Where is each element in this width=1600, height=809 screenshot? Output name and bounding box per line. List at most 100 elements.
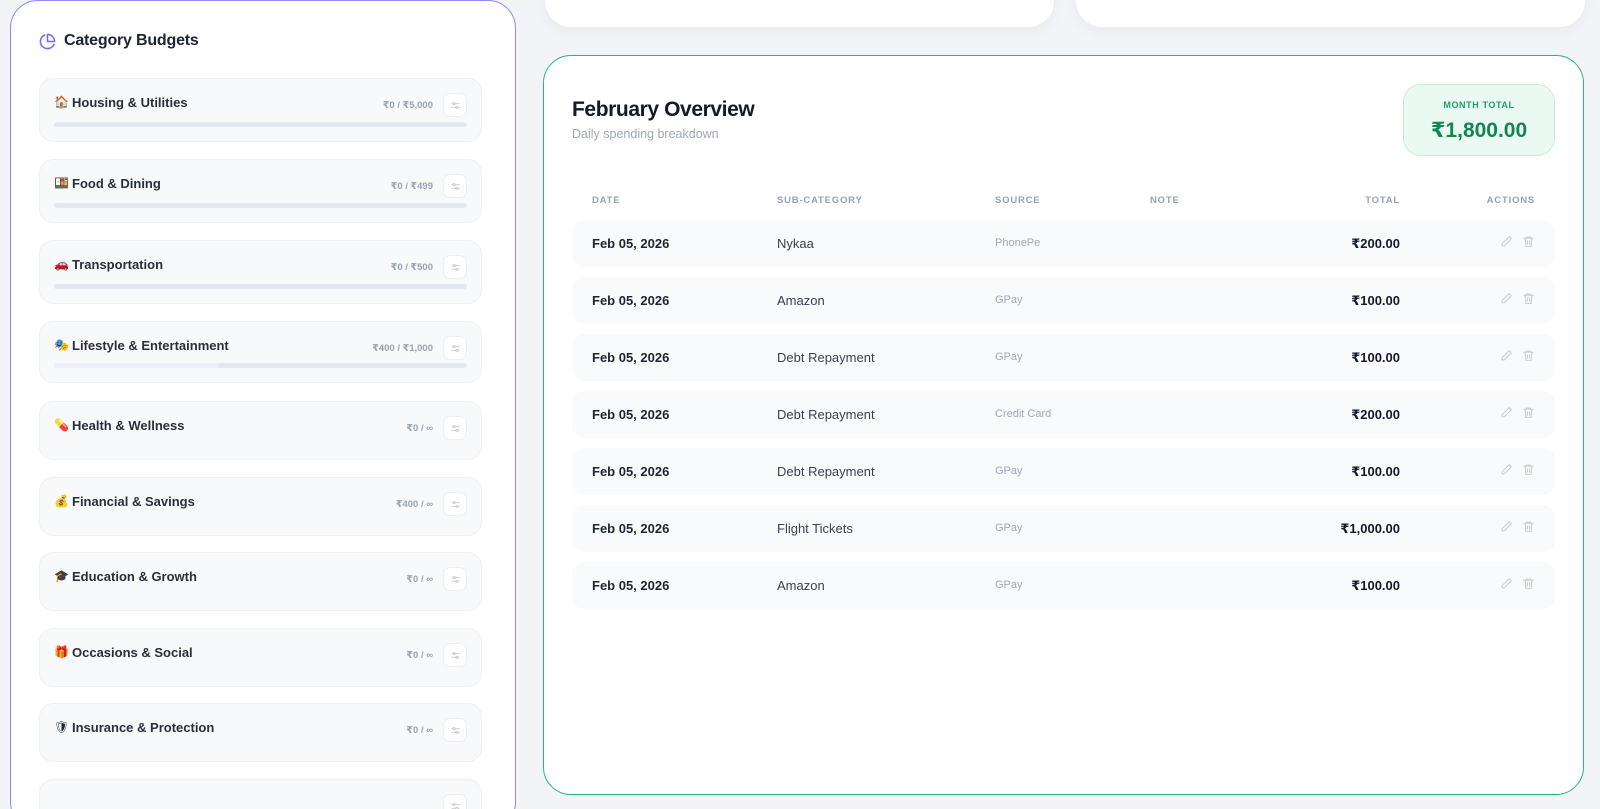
trash-icon[interactable]: [1522, 349, 1535, 362]
adjust-budget-button[interactable]: [443, 492, 467, 516]
column-header-source: SOURCE: [995, 195, 1041, 206]
adjust-budget-button[interactable]: [443, 416, 467, 440]
category-emoji-icon: 💊: [54, 418, 69, 432]
edit-icon[interactable]: [1500, 463, 1513, 476]
month-total-badge: MONTH TOTAL ₹1,800.00: [1403, 84, 1555, 156]
expense-date: Feb 05, 2026: [592, 407, 670, 422]
overview-title: February Overview: [572, 98, 755, 121]
expense-row: Feb 05, 2026 Debt Repayment GPay ₹100.00: [572, 334, 1555, 381]
edit-icon[interactable]: [1500, 349, 1513, 362]
expense-sub-category: Amazon: [777, 578, 825, 593]
expense-source: GPay: [995, 579, 1023, 591]
expense-date: Feb 05, 2026: [592, 236, 670, 251]
budget-amount: ₹0 / ₹499: [390, 181, 433, 192]
expense-row: Feb 05, 2026 Amazon GPay ₹100.00: [572, 562, 1555, 609]
category-emoji-icon: 🛡: [54, 720, 70, 734]
expense-row: Feb 05, 2026 Amazon GPay ₹100.00: [572, 277, 1555, 324]
trash-icon[interactable]: [1522, 406, 1535, 419]
sliders-icon: [450, 725, 461, 736]
overview-subtitle: Daily spending breakdown: [572, 127, 719, 141]
budget-amount: ₹0 / ∞: [406, 423, 433, 434]
category-emoji-icon: 🎭: [54, 338, 69, 352]
budget-card[interactable]: 💰 Financial & Savings ₹400 / ∞: [39, 477, 482, 536]
budget-card[interactable]: 🎁 Occasions & Social ₹0 / ∞: [39, 628, 482, 687]
expense-source: Credit Card: [995, 408, 1052, 420]
adjust-budget-button[interactable]: [443, 174, 467, 198]
trash-icon[interactable]: [1522, 520, 1535, 533]
summary-card-right: [1076, 0, 1585, 27]
budget-progress-fill: [54, 363, 220, 368]
edit-icon[interactable]: [1500, 520, 1513, 533]
budget-amount: ₹0 / ₹5,000: [382, 100, 433, 111]
budget-card[interactable]: 🏠 Housing & Utilities ₹0 / ₹5,000: [39, 78, 482, 142]
budget-amount: ₹0 / ∞: [406, 725, 433, 736]
budget-amount: ₹0 / ∞: [406, 574, 433, 585]
row-actions: [1500, 349, 1535, 362]
expense-row: Feb 05, 2026 Debt Repayment GPay ₹100.00: [572, 448, 1555, 495]
pie-chart-icon: [39, 33, 56, 50]
expense-total: ₹100.00: [1351, 293, 1400, 308]
edit-icon[interactable]: [1500, 406, 1513, 419]
expense-source: GPay: [995, 522, 1023, 534]
expense-date: Feb 05, 2026: [592, 293, 670, 308]
budget-progress-bar: [54, 363, 467, 368]
adjust-budget-button[interactable]: [443, 255, 467, 279]
budget-amount: ₹0 / ₹500: [390, 262, 433, 273]
budget-category-name: Health & Wellness: [72, 418, 185, 433]
category-budgets-panel: Category Budgets 🏠 Housing & Utilities ₹0 …: [10, 0, 516, 809]
adjust-budget-button[interactable]: [443, 336, 467, 360]
row-actions: [1500, 235, 1535, 248]
expense-total: ₹100.00: [1351, 578, 1400, 593]
budget-progress-bar: [54, 284, 467, 289]
sliders-icon: [450, 262, 461, 273]
expense-date: Feb 05, 2026: [592, 464, 670, 479]
sliders-icon: [450, 100, 461, 111]
expense-source: GPay: [995, 351, 1023, 363]
budget-card[interactable]: 🎭 Lifestyle & Entertainment ₹400 / ₹1,000: [39, 321, 482, 383]
budget-card[interactable]: 🎓 Education & Growth ₹0 / ∞: [39, 552, 482, 611]
trash-icon[interactable]: [1522, 235, 1535, 248]
adjust-budget-button[interactable]: [443, 643, 467, 667]
budget-card[interactable]: 🚗 Transportation ₹0 / ₹500: [39, 240, 482, 304]
month-total-label: MONTH TOTAL: [1443, 100, 1515, 110]
category-emoji-icon: 💰: [54, 494, 69, 508]
expense-row: Feb 05, 2026 Flight Tickets GPay ₹1,000.00: [572, 505, 1555, 552]
row-actions: [1500, 577, 1535, 590]
category-emoji-icon: 🎓: [54, 569, 69, 583]
expense-row: Feb 05, 2026 Nykaa PhonePe ₹200.00: [572, 220, 1555, 267]
budget-card[interactable]: [39, 779, 482, 809]
expense-sub-category: Nykaa: [777, 236, 814, 251]
budget-progress-bar: [54, 122, 467, 127]
budget-category-name: Housing & Utilities: [72, 95, 188, 110]
trash-icon[interactable]: [1522, 292, 1535, 305]
adjust-budget-button[interactable]: [443, 93, 467, 117]
month-overview-panel: February Overview Daily spending breakdo…: [543, 55, 1584, 795]
expense-sub-category: Debt Repayment: [777, 464, 875, 479]
adjust-budget-button[interactable]: [443, 794, 467, 809]
sliders-icon: [450, 574, 461, 585]
budget-card[interactable]: 🍱 Food & Dining ₹0 / ₹499: [39, 159, 482, 223]
column-header-total: TOTAL: [1365, 195, 1400, 206]
expense-total: ₹100.00: [1351, 464, 1400, 479]
expense-sub-category: Debt Repayment: [777, 350, 875, 365]
category-emoji-icon: 🏠: [54, 95, 69, 109]
adjust-budget-button[interactable]: [443, 567, 467, 591]
trash-icon[interactable]: [1522, 577, 1535, 590]
edit-icon[interactable]: [1500, 235, 1513, 248]
sliders-icon: [450, 181, 461, 192]
edit-icon[interactable]: [1500, 292, 1513, 305]
expense-date: Feb 05, 2026: [592, 350, 670, 365]
budget-category-name: Lifestyle & Entertainment: [72, 338, 229, 353]
row-actions: [1500, 463, 1535, 476]
edit-icon[interactable]: [1500, 577, 1513, 590]
trash-icon[interactable]: [1522, 463, 1535, 476]
budget-card[interactable]: 💊 Health & Wellness ₹0 / ∞: [39, 401, 482, 460]
budget-category-name: Financial & Savings: [72, 494, 195, 509]
adjust-budget-button[interactable]: [443, 718, 467, 742]
budget-card[interactable]: 🛡 Insurance & Protection ₹0 / ∞: [39, 703, 482, 762]
budget-category-name: Insurance & Protection: [72, 720, 215, 735]
expense-date: Feb 05, 2026: [592, 578, 670, 593]
budget-amount: ₹0 / ∞: [406, 650, 433, 661]
sliders-icon: [450, 343, 461, 354]
expense-sub-category: Amazon: [777, 293, 825, 308]
